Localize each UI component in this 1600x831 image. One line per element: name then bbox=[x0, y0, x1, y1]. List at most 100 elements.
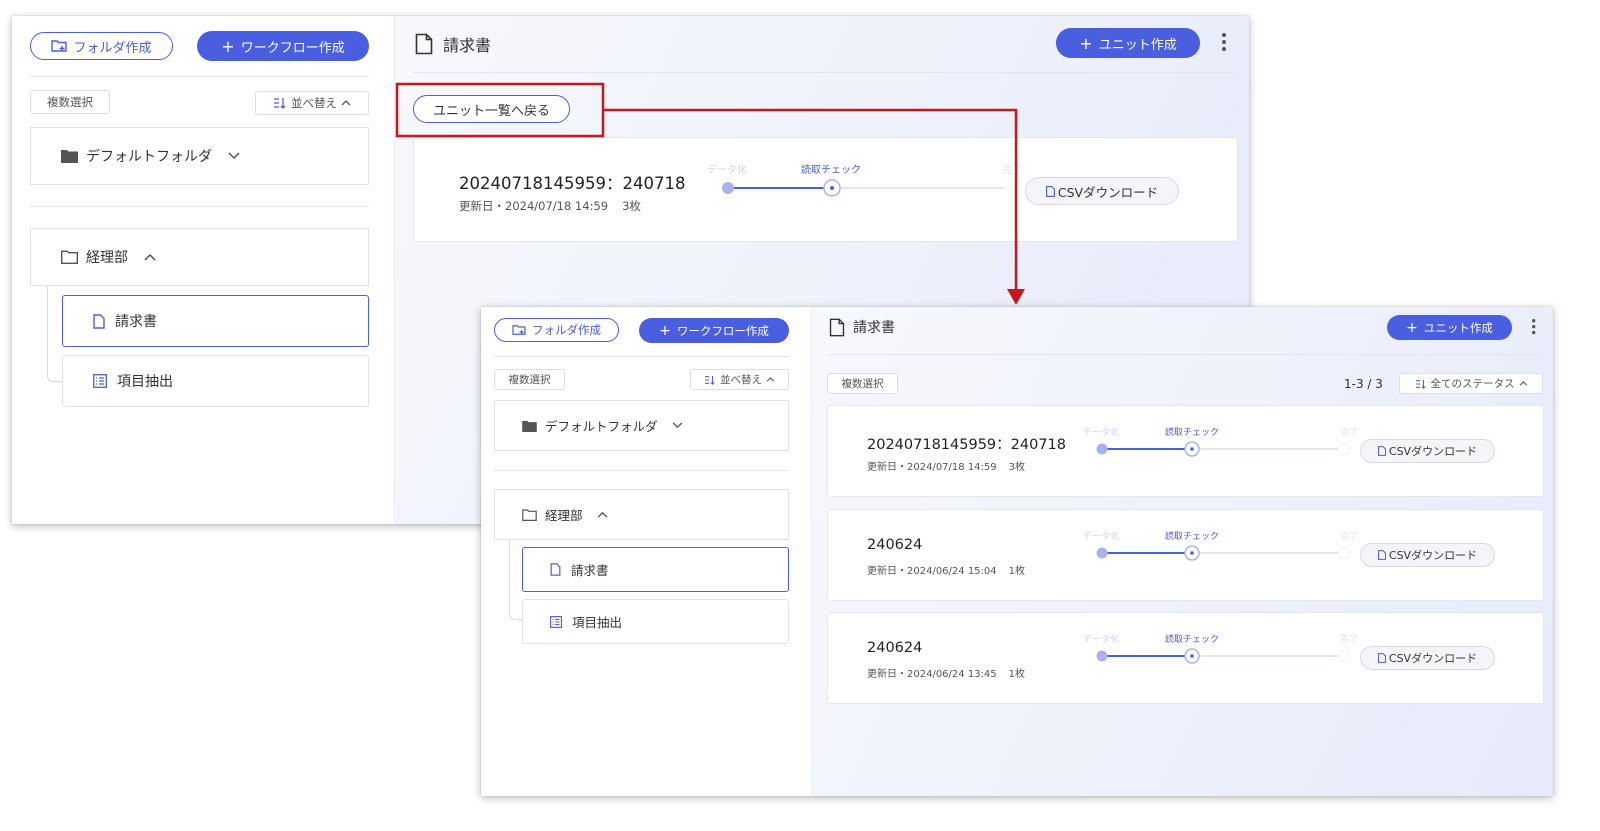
main-panel: 請求書 + ユニット作成 複数選択 1-3 / 3 全てのステータス 20240… bbox=[811, 307, 1553, 796]
sort-icon bbox=[274, 98, 286, 109]
step-label: 読取チェック bbox=[801, 165, 861, 176]
file-icon bbox=[1377, 653, 1386, 663]
page-title-text: 請求書 bbox=[443, 36, 492, 55]
multi-select-button[interactable]: 複数選択 bbox=[30, 90, 110, 114]
page-title: 請求書 bbox=[415, 32, 491, 56]
default-folder-label: デフォルトフォルダ bbox=[545, 419, 658, 434]
csv-download-button[interactable]: CSVダウンロード bbox=[1360, 439, 1495, 463]
unit-card[interactable]: 240624 更新日・2024/06/24 15:04 1枚 データ化 読取チェ… bbox=[827, 509, 1544, 601]
step-label: データ化 bbox=[1083, 532, 1120, 542]
workflow-create-button[interactable]: + ワークフロー作成 bbox=[639, 318, 789, 343]
dept-folder[interactable]: 経理部 bbox=[494, 489, 789, 540]
unit-updated: 更新日・2024/07/18 14:59 bbox=[459, 199, 609, 213]
chevron-up-icon bbox=[341, 100, 351, 106]
unit-create-label: ユニット作成 bbox=[1098, 37, 1177, 53]
unit-card[interactable]: 240624 更新日・2024/06/24 13:45 1枚 データ化 読取チェ… bbox=[827, 612, 1544, 704]
unit-create-button[interactable]: + ユニット作成 bbox=[1056, 28, 1200, 58]
workflow-item-invoice[interactable]: 請求書 bbox=[522, 547, 789, 592]
unit-meta: 更新日・2024/06/24 15:04 1枚 bbox=[867, 562, 1025, 577]
document-icon bbox=[93, 313, 105, 329]
folder-create-button[interactable]: フォルダ作成 bbox=[30, 32, 173, 60]
sort-icon bbox=[1415, 379, 1426, 389]
default-folder[interactable]: デフォルトフォルダ bbox=[494, 400, 789, 451]
back-to-unit-list-button[interactable]: ユニット一覧へ戻る bbox=[413, 95, 570, 123]
more-menu-icon[interactable] bbox=[1222, 33, 1226, 54]
unit-name: 240624 bbox=[867, 537, 923, 553]
step-label: 読取チェック bbox=[1165, 428, 1220, 438]
folder-add-icon bbox=[512, 325, 526, 335]
step-label: データ化 bbox=[707, 165, 747, 176]
plus-icon: + bbox=[1079, 33, 1093, 53]
sort-button[interactable]: 並べ替え bbox=[255, 91, 369, 115]
unit-meta: 更新日・2024/07/18 14:59 3枚 bbox=[867, 458, 1025, 473]
csv-download-button[interactable]: CSVダウンロード bbox=[1360, 646, 1495, 670]
csv-download-button[interactable]: CSVダウンロード bbox=[1360, 543, 1495, 567]
sort-icon bbox=[705, 375, 715, 385]
list-icon bbox=[550, 615, 562, 628]
unit-create-button[interactable]: + ユニット作成 bbox=[1387, 315, 1512, 340]
unit-list-window: フォルダ作成 + ワークフロー作成 複数選択 並べ替え デフォルトフォルダ 経理… bbox=[481, 307, 1553, 796]
divider bbox=[827, 354, 1542, 355]
step-label: 完了 bbox=[1340, 635, 1359, 645]
sort-label: 並べ替え bbox=[720, 374, 762, 386]
back-button-label: ユニット一覧へ戻る bbox=[432, 103, 550, 119]
step-label: 完了 bbox=[1002, 165, 1022, 176]
divider bbox=[494, 356, 789, 357]
page-title-text: 請求書 bbox=[853, 320, 895, 336]
default-folder-label: デフォルトフォルダ bbox=[86, 149, 212, 165]
unit-name: 240624 bbox=[867, 640, 923, 656]
unit-pages: 3枚 bbox=[622, 199, 641, 213]
status-filter-button[interactable]: 全てのステータス bbox=[1399, 373, 1543, 394]
workflow-item-extract[interactable]: 項目抽出 bbox=[522, 599, 789, 644]
stepper-track bbox=[722, 179, 1004, 197]
workflow-create-label: ワークフロー作成 bbox=[240, 40, 345, 56]
unit-name: 20240718145959：240718 bbox=[867, 437, 1067, 453]
csv-download-label: CSVダウンロード bbox=[1388, 652, 1478, 665]
step-label: データ化 bbox=[1083, 635, 1120, 645]
multi-select-label: 複数選択 bbox=[47, 95, 93, 109]
unit-pages: 1枚 bbox=[1008, 669, 1026, 680]
workflow-item-extract[interactable]: 項目抽出 bbox=[62, 355, 369, 407]
chevron-up-icon bbox=[1519, 381, 1527, 386]
file-icon bbox=[1377, 446, 1386, 456]
pagination-text: 1-3 / 3 bbox=[1344, 377, 1383, 391]
document-icon bbox=[550, 563, 561, 576]
workflow-item-label: 請求書 bbox=[571, 563, 609, 578]
document-icon bbox=[829, 318, 845, 336]
workflow-item-invoice[interactable]: 請求書 bbox=[62, 295, 369, 347]
more-menu-icon[interactable] bbox=[1532, 319, 1536, 337]
csv-download-label: CSVダウンロード bbox=[1057, 184, 1159, 200]
plus-icon: + bbox=[1406, 319, 1418, 336]
csv-download-label: CSVダウンロード bbox=[1388, 445, 1478, 458]
unit-multi-select-button[interactable]: 複数選択 bbox=[827, 373, 898, 394]
folder-outline-icon bbox=[522, 508, 537, 521]
file-icon bbox=[1045, 185, 1055, 197]
folder-filled-icon bbox=[522, 420, 537, 432]
workflow-item-label: 項目抽出 bbox=[572, 615, 623, 630]
folder-filled-icon bbox=[61, 150, 78, 163]
chevron-up-icon bbox=[766, 377, 775, 382]
sort-button[interactable]: 並べ替え bbox=[690, 369, 789, 390]
unit-updated: 更新日・2024/06/24 15:04 bbox=[867, 566, 997, 577]
step-label: 読取チェック bbox=[1165, 532, 1220, 542]
step-label: データ化 bbox=[1083, 428, 1120, 438]
multi-select-button[interactable]: 複数選択 bbox=[494, 369, 565, 390]
csv-download-button[interactable]: CSVダウンロード bbox=[1025, 177, 1179, 205]
divider bbox=[494, 470, 789, 471]
unit-card[interactable]: 20240718145959：240718 更新日・2024/07/18 14:… bbox=[413, 137, 1238, 242]
chevron-up-icon bbox=[144, 253, 156, 261]
status-filter-label: 全てのステータス bbox=[1430, 378, 1515, 390]
sidebar: フォルダ作成 + ワークフロー作成 複数選択 並べ替え デフォルトフォルダ 経理… bbox=[481, 307, 811, 796]
dept-folder-label: 経理部 bbox=[86, 250, 128, 266]
folder-add-icon bbox=[51, 40, 68, 52]
unit-card[interactable]: 20240718145959：240718 更新日・2024/07/18 14:… bbox=[827, 405, 1544, 497]
folder-create-button[interactable]: フォルダ作成 bbox=[494, 318, 619, 342]
dept-folder[interactable]: 経理部 bbox=[30, 228, 369, 286]
workflow-create-button[interactable]: + ワークフロー作成 bbox=[197, 31, 369, 61]
default-folder[interactable]: デフォルトフォルダ bbox=[30, 127, 369, 185]
divider bbox=[413, 72, 1236, 73]
chevron-up-icon bbox=[597, 511, 607, 518]
tree-line bbox=[47, 316, 63, 382]
unit-pages: 3枚 bbox=[1008, 462, 1026, 473]
csv-download-label: CSVダウンロード bbox=[1388, 549, 1478, 562]
